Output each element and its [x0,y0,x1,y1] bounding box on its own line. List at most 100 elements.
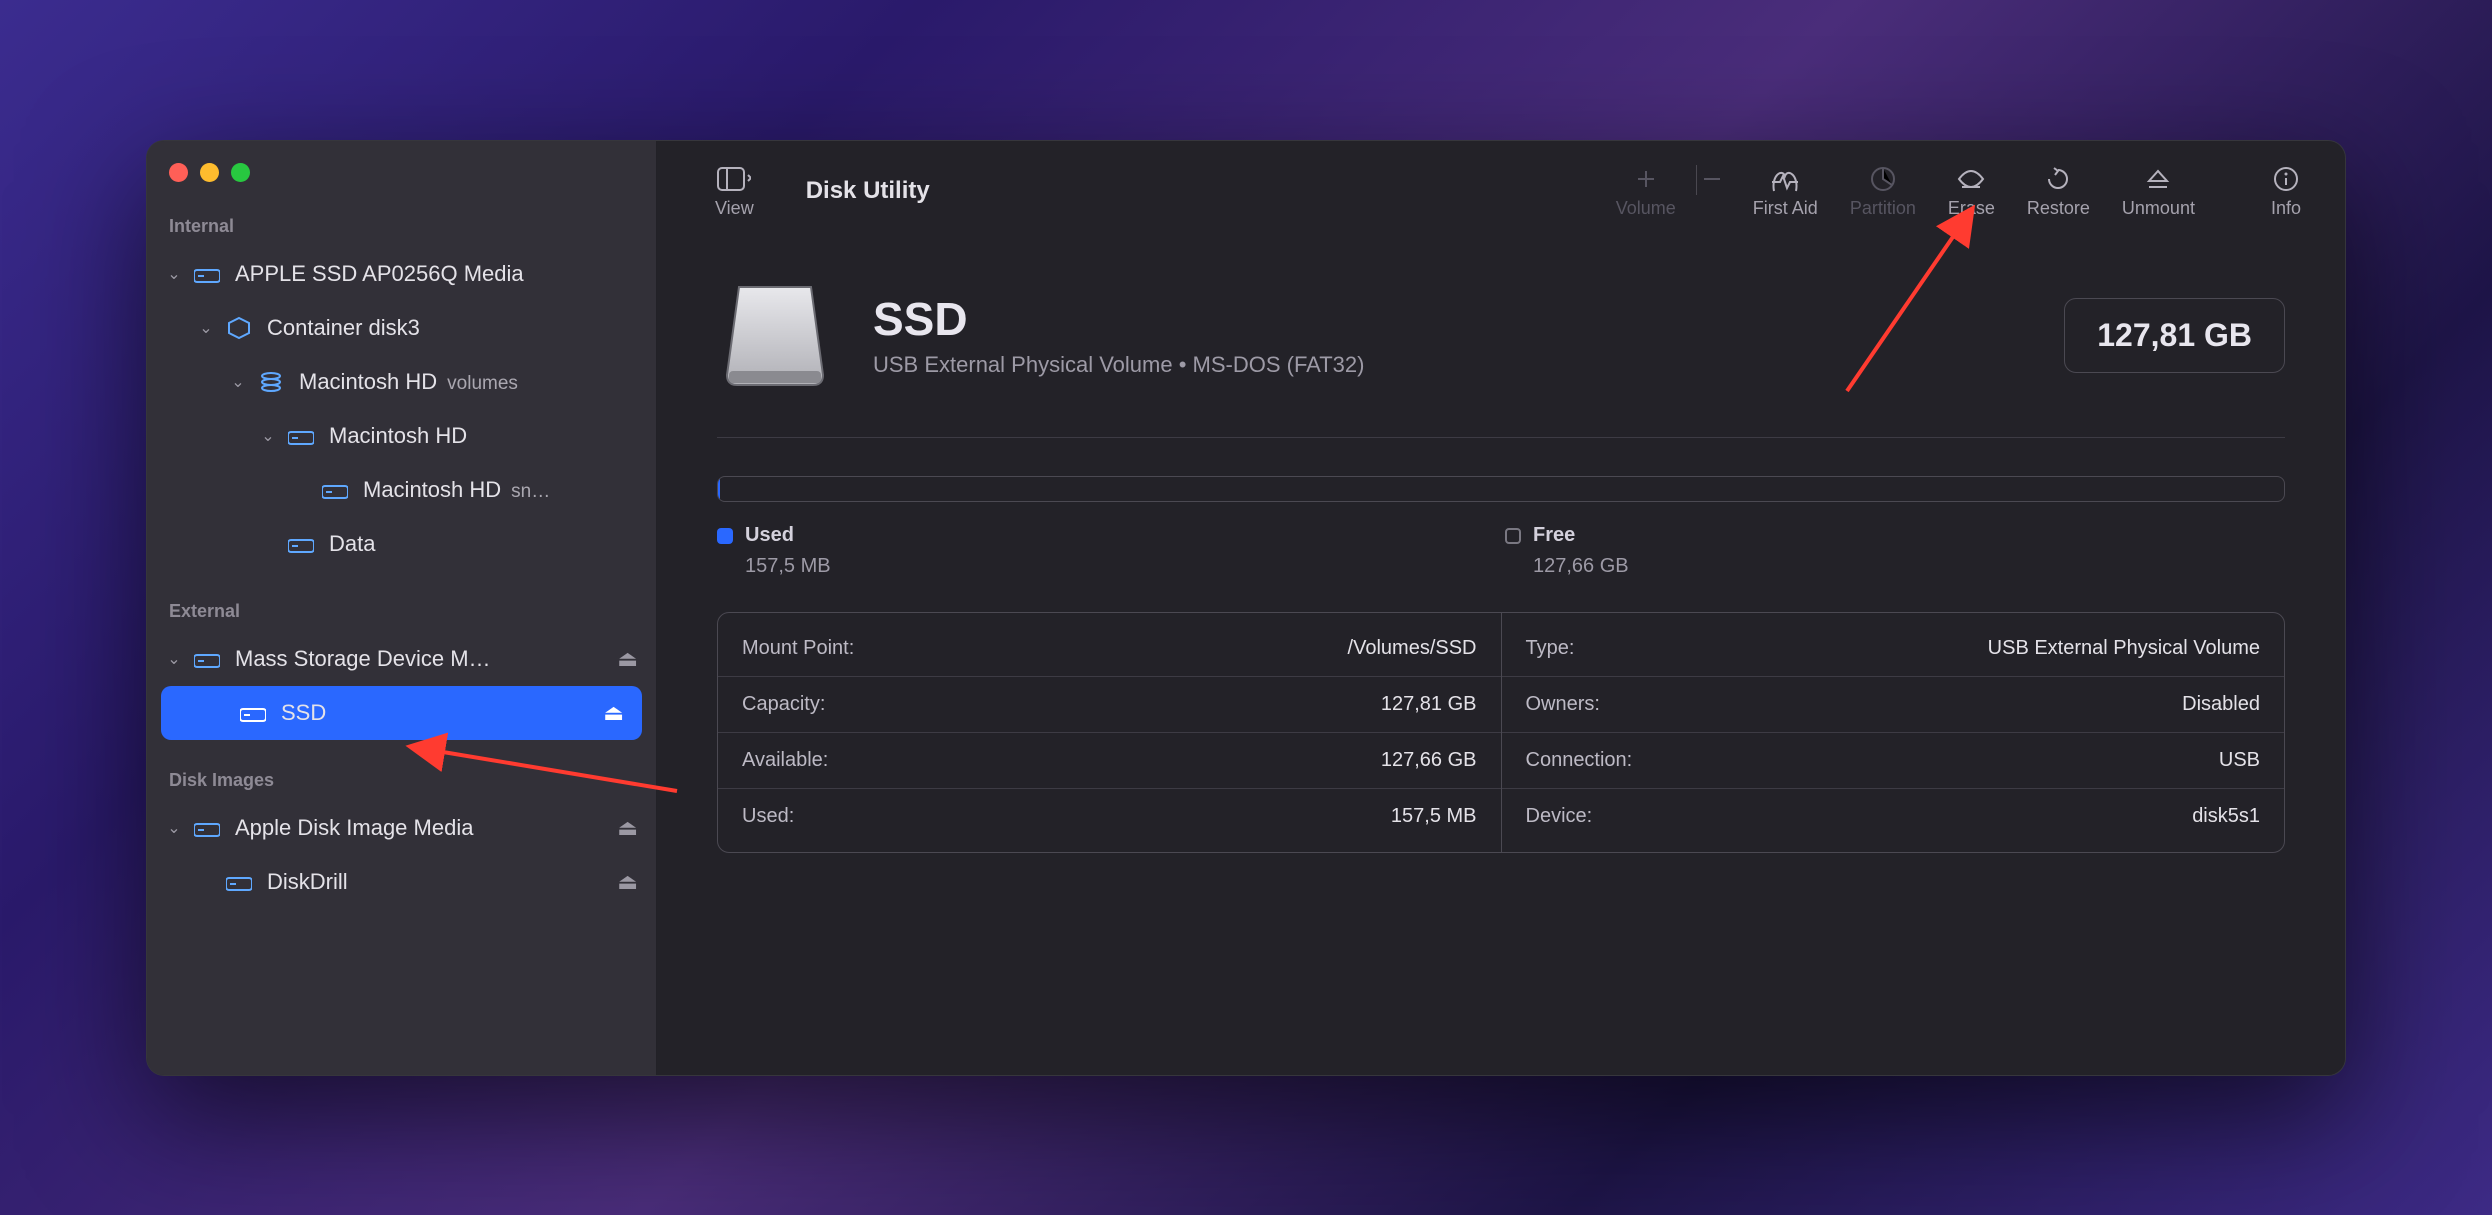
minimize-button[interactable] [200,163,219,182]
view-label: View [715,198,754,219]
chevron-down-icon[interactable]: ⌄ [163,649,185,669]
restore-icon [2045,164,2071,194]
sidebar-item-label: Mass Storage Device M… [235,646,609,672]
tb-label: Unmount [2122,198,2195,219]
chevron-down-icon[interactable]: ⌄ [163,818,185,838]
chevron-down-icon[interactable]: ⌄ [163,264,185,284]
unmount-icon [2146,164,2170,194]
sidebar-item-label: Macintosh HDsn… [363,477,638,503]
drive-icon [191,649,223,669]
volume-title: SSD [873,292,2024,346]
erase-button[interactable]: Erase [1934,164,2009,219]
sidebar-item-label: Apple Disk Image Media [235,815,609,841]
partition-icon [1870,164,1896,194]
info-row: Used:157,5 MB [718,788,1501,844]
drive-icon [191,264,223,284]
chevron-down-icon[interactable]: ⌄ [257,426,279,446]
info-col-right: Type:USB External Physical Volume Owners… [1502,613,2285,852]
plus-icon [1637,164,1655,194]
drive-icon [319,480,351,500]
tb-label: Partition [1850,198,1916,219]
content: SSD USB External Physical Volume • MS-DO… [657,241,2345,1075]
app-title: Disk Utility [806,177,930,205]
section-disk-images-header: Disk Images [147,764,656,801]
usage-fill [718,477,720,501]
sidebar-item-diskdrill[interactable]: DiskDrill ⏏ [147,855,656,909]
sidebar-item-container-disk3[interactable]: ⌄ Container disk3 [147,301,656,355]
usage-bar [717,476,2285,502]
sidebar: Internal ⌄ APPLE SSD AP0256Q Media ⌄ Con… [147,141,657,1075]
drive-icon [237,703,269,723]
volume-subtitle: USB External Physical Volume • MS-DOS (F… [873,352,2024,378]
legend-dot-used [717,528,733,544]
container-icon [223,316,255,340]
restore-button[interactable]: Restore [2013,164,2104,219]
sidebar-item-label: Data [329,531,638,557]
info-row: Connection:USB [1502,732,2285,788]
tb-label: Restore [2027,198,2090,219]
sidebar-item-mass-storage[interactable]: ⌄ Mass Storage Device M… ⏏ [147,632,656,686]
sidebar-item-label: Macintosh HD [329,423,638,449]
drive-icon [223,872,255,892]
legend-dot-free [1505,528,1521,544]
volume-hero: SSD USB External Physical Volume • MS-DO… [717,277,2285,393]
sidebar-item-macintosh-hd[interactable]: ⌄ Macintosh HD [147,409,656,463]
legend-label: Used [745,524,794,547]
info-row: Device:disk5s1 [1502,788,2285,844]
tb-label: Erase [1948,198,1995,219]
partition-button[interactable]: Partition [1836,164,1930,219]
tb-label: Info [2271,198,2301,219]
chevron-down-icon[interactable]: ⌄ [227,372,249,392]
sidebar-item-label: Container disk3 [267,315,638,341]
eject-icon[interactable]: ⏏ [617,869,638,895]
sidebar-item-ssd[interactable]: SSD ⏏ [161,686,642,740]
volume-size-badge: 127,81 GB [2064,298,2285,373]
info-row: Mount Point:/Volumes/SSD [718,621,1501,676]
info-row: Available:127,66 GB [718,732,1501,788]
eject-icon[interactable]: ⏏ [603,700,624,726]
toolbar: View Disk Utility Volume . First Aid Par… [657,141,2345,241]
section-external-header: External [147,595,656,632]
sidebar-item-label: DiskDrill [267,869,609,895]
drive-icon [285,426,317,446]
drive-icon [285,534,317,554]
info-table: Mount Point:/Volumes/SSD Capacity:127,81… [717,612,2285,853]
fullscreen-button[interactable] [231,163,250,182]
unmount-button[interactable]: Unmount [2108,164,2209,219]
usage-legend: Used 157,5 MB Free 127,66 GB [717,524,2285,578]
drive-icon [191,818,223,838]
sidebar-item-label: SSD [281,700,595,726]
info-row: Capacity:127,81 GB [718,676,1501,732]
divider [717,437,2285,438]
sidebar-item-apple-ssd[interactable]: ⌄ APPLE SSD AP0256Q Media [147,247,656,301]
info-col-left: Mount Point:/Volumes/SSD Capacity:127,81… [718,613,1502,852]
info-icon [2273,164,2299,194]
external-drive-icon [717,277,833,393]
view-button[interactable]: View [701,164,768,219]
sidebar-item-macintosh-hd-volumes[interactable]: ⌄ Macintosh HDvolumes [147,355,656,409]
sidebar-item-macintosh-hd-snapshot[interactable]: Macintosh HDsn… [147,463,656,517]
legend-free: Free 127,66 GB [1505,524,2285,578]
volume-remove-button[interactable]: . [1689,164,1735,219]
volume-add-button[interactable]: Volume [1602,164,1690,219]
section-internal-header: Internal [147,210,656,247]
main-pane: View Disk Utility Volume . First Aid Par… [657,141,2345,1075]
legend-value: 127,66 GB [1533,555,2285,578]
first-aid-button[interactable]: First Aid [1739,164,1832,219]
sidebar-item-apple-disk-image[interactable]: ⌄ Apple Disk Image Media ⏏ [147,801,656,855]
sidebar-item-label: Macintosh HDvolumes [299,369,638,395]
chevron-down-icon[interactable]: ⌄ [195,318,217,338]
legend-value: 157,5 MB [745,555,1497,578]
legend-label: Free [1533,524,1575,547]
tb-label: First Aid [1753,198,1818,219]
first-aid-icon [1770,164,1800,194]
erase-icon [1956,164,1986,194]
sidebar-item-label: APPLE SSD AP0256Q Media [235,261,638,287]
sidebar-icon [717,164,751,194]
eject-icon[interactable]: ⏏ [617,815,638,841]
info-button[interactable]: Info [2257,164,2315,219]
legend-used: Used 157,5 MB [717,524,1497,578]
close-button[interactable] [169,163,188,182]
sidebar-item-data[interactable]: Data [147,517,656,571]
eject-icon[interactable]: ⏏ [617,646,638,672]
